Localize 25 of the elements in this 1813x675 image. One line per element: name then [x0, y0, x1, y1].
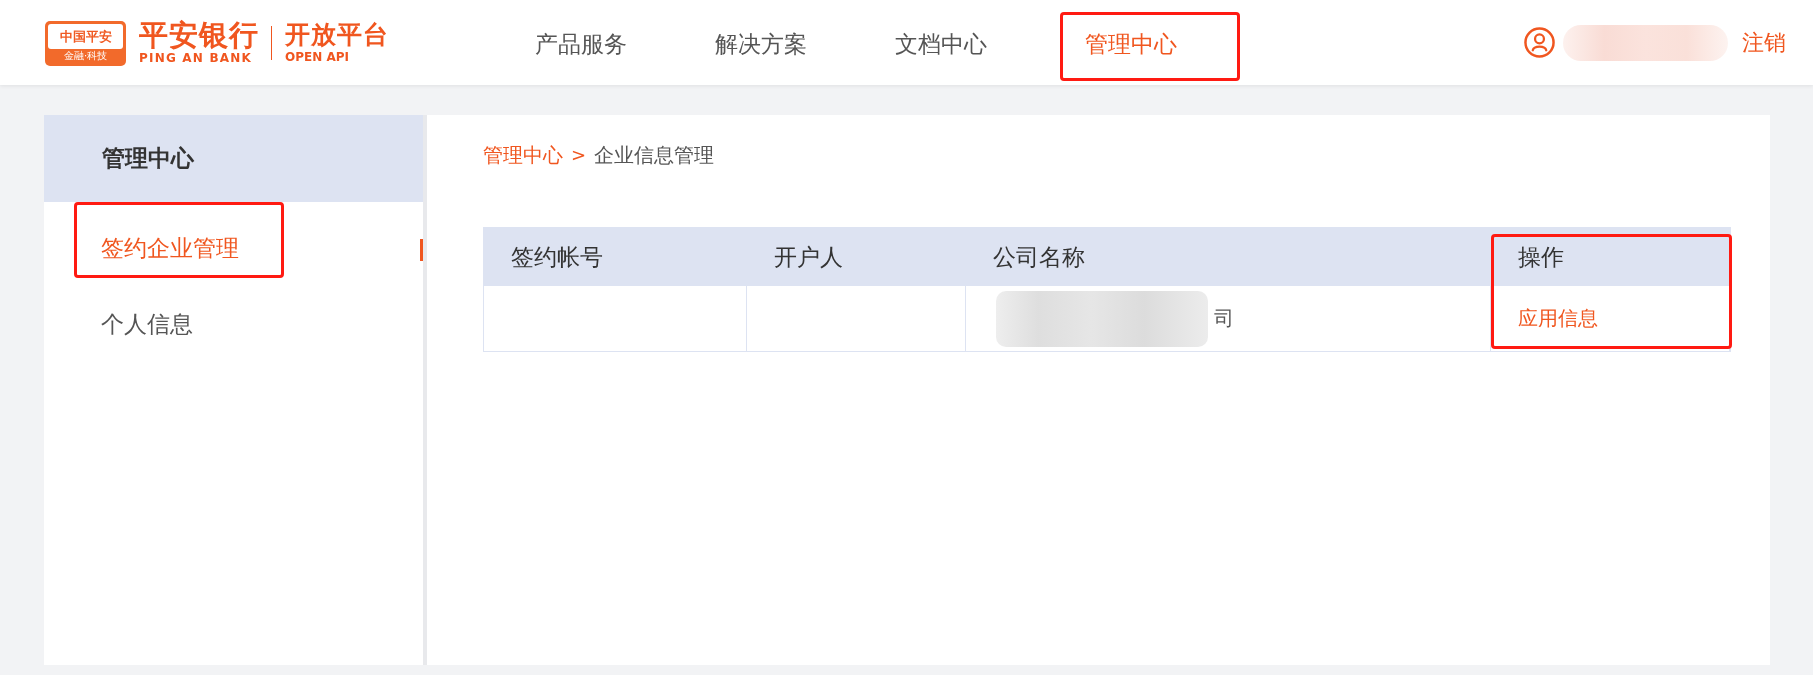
sidebar-item[interactable]: 个人信息	[101, 312, 193, 337]
column-header: 公司名称	[966, 228, 1491, 286]
logo-badge-title: 中国平安	[48, 24, 123, 49]
breadcrumb-separator: >	[571, 143, 587, 167]
nav-tab[interactable]: 文档中心	[895, 29, 987, 58]
logo-product-latin: OPEN API	[285, 49, 350, 65]
logo-badge-tagline: 金融·科技	[63, 49, 108, 63]
column-header: 开户人	[747, 228, 966, 286]
logo-brand-latin: PING AN BANK	[139, 50, 253, 66]
column-header: 操作	[1491, 228, 1730, 286]
selection-bar-icon	[420, 239, 423, 261]
logout-link[interactable]: 注销	[1742, 28, 1786, 57]
user-avatar-icon[interactable]	[1524, 27, 1555, 58]
breadcrumb-current: 企业信息管理	[594, 142, 715, 168]
sidebar-title: 管理中心	[102, 144, 194, 173]
sidebar-item[interactable]: 签约企业管理	[101, 236, 239, 261]
nav-tab[interactable]: 解决方案	[715, 29, 807, 58]
column-header: 签约帐号	[484, 228, 747, 286]
logo-product-name: 开放平台	[285, 20, 389, 49]
nav-tab[interactable]: 管理中心	[1085, 29, 1177, 58]
breadcrumb-link[interactable]: 管理中心	[483, 142, 563, 168]
logo-brand-name: 平安银行	[139, 19, 259, 51]
nav-tab[interactable]: 产品服务	[535, 29, 627, 58]
app-info-link[interactable]: 应用信息	[1518, 305, 1598, 332]
company-name-text: 司	[1214, 305, 1234, 332]
